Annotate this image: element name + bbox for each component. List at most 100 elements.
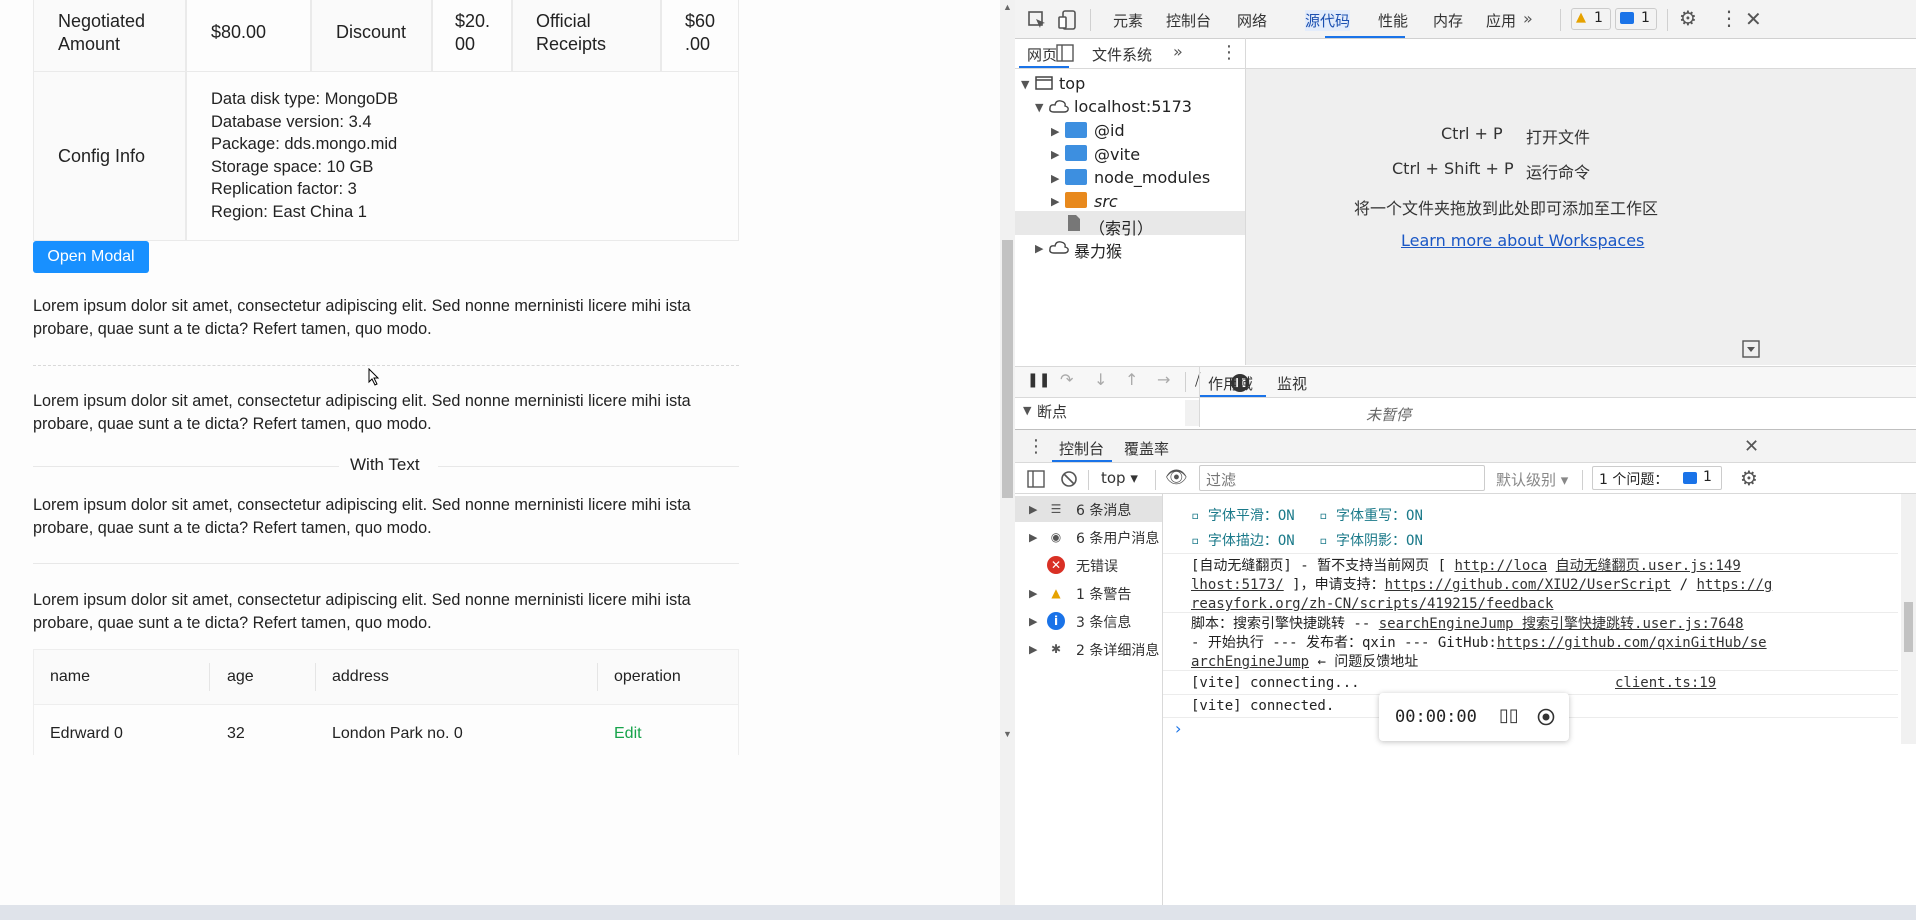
step-over-icon[interactable]: ↷ bbox=[1060, 370, 1073, 389]
config-line: Data disk type: MongoDB bbox=[211, 90, 399, 108]
log-source-link[interactable]: 自动无缝翻页.user.js:149 bbox=[1556, 558, 1741, 574]
not-paused-text: 未暂停 bbox=[1366, 406, 1412, 424]
scope-tab[interactable]: 作用域 bbox=[1208, 373, 1253, 394]
tree-item-id[interactable]: @id bbox=[1094, 121, 1125, 140]
more-tabs-chevron-icon[interactable]: » bbox=[1523, 9, 1533, 28]
nav-tab-filesystem[interactable]: 文件系统 bbox=[1092, 44, 1152, 65]
tree-item-vite[interactable]: @vite bbox=[1094, 145, 1140, 164]
device-toolbar-icon[interactable] bbox=[1057, 9, 1079, 31]
config-line: Replication factor: 3 bbox=[211, 180, 357, 198]
warnings-badge[interactable]: ▲ 1 bbox=[1571, 8, 1611, 30]
log-source-link[interactable]: client.ts:19 bbox=[1615, 675, 1716, 691]
list-icon: ☰ bbox=[1050, 502, 1062, 516]
breakpoints-header[interactable]: 断点 bbox=[1037, 401, 1067, 422]
console-sidebar-item[interactable]: 2 条详细消息 bbox=[1076, 640, 1159, 660]
expand-caret-icon[interactable]: ▶ bbox=[1029, 587, 1037, 600]
devtools-tab[interactable]: 网络 bbox=[1237, 10, 1267, 31]
step-icon[interactable]: → bbox=[1157, 370, 1170, 389]
divider-right bbox=[438, 466, 739, 467]
debugger-toolbar bbox=[1015, 367, 1916, 397]
devtools-tab[interactable]: 内存 bbox=[1433, 10, 1463, 31]
folder-icon bbox=[1065, 169, 1087, 185]
devtools-tab[interactable]: 应用 bbox=[1486, 10, 1516, 31]
log-level-selector[interactable]: 默认级别 ▾ bbox=[1496, 469, 1568, 490]
toggle-navigator-icon[interactable] bbox=[1056, 44, 1074, 62]
tree-item-top[interactable]: top bbox=[1059, 74, 1085, 93]
devtools-tab[interactable]: 源代码 bbox=[1305, 10, 1351, 31]
toggle-sidebar-icon[interactable] bbox=[1027, 470, 1045, 488]
console-sidebar-item[interactable]: 6 条用户消息 bbox=[1076, 528, 1159, 548]
console-sidebar-item[interactable]: 6 条消息 bbox=[1076, 500, 1131, 520]
console-log-vite-connecting: [vite] connecting... bbox=[1191, 675, 1360, 691]
navigator-menu-icon[interactable]: ⋮ bbox=[1220, 42, 1238, 63]
drawer-tab-coverage[interactable]: 覆盖率 bbox=[1124, 438, 1169, 459]
folder-icon bbox=[1065, 192, 1087, 208]
checkbox-icon: ▫ bbox=[1191, 533, 1200, 549]
console-prompt-icon[interactable]: › bbox=[1175, 719, 1181, 738]
tree-item-src[interactable]: src bbox=[1094, 192, 1118, 211]
nav-tab-page[interactable]: 网页 bbox=[1027, 44, 1057, 65]
console-settings-gear-icon[interactable]: ⚙ bbox=[1740, 466, 1758, 490]
watch-tab[interactable]: 监视 bbox=[1277, 373, 1307, 394]
step-into-icon[interactable]: ↓ bbox=[1094, 370, 1107, 389]
expand-caret-icon[interactable]: ▶ bbox=[1029, 531, 1037, 544]
clear-console-icon[interactable] bbox=[1060, 470, 1078, 488]
log-source-link[interactable]: searchEngineJump 搜索引擎快捷跳转.user.js:7648 bbox=[1379, 616, 1744, 632]
settings-gear-icon[interactable]: ⚙ bbox=[1679, 6, 1697, 30]
issues-button[interactable]: 1 个问题： 1 bbox=[1592, 466, 1722, 490]
recorder-pause-icon[interactable]: ▯▯ bbox=[1499, 705, 1519, 726]
inspect-element-icon[interactable] bbox=[1027, 10, 1047, 30]
console-sidebar-item[interactable]: 1 条警告 bbox=[1076, 584, 1131, 604]
context-selector[interactable]: top ▾ bbox=[1101, 469, 1138, 487]
toggle-debugger-icon[interactable] bbox=[1742, 340, 1760, 358]
os-taskbar bbox=[0, 905, 1916, 920]
console-log-searchjump: 脚本：搜索引擎快捷跳转 -- searchEngineJump 搜索引擎快捷跳转… bbox=[1191, 616, 1767, 670]
drawer-menu-icon[interactable]: ⋮ bbox=[1027, 436, 1045, 457]
step-out-icon[interactable]: ↑ bbox=[1125, 370, 1138, 389]
official-receipts-value: $60.00 bbox=[685, 11, 716, 54]
devtools-tab[interactable]: 控制台 bbox=[1166, 10, 1211, 31]
scroll-down-arrow-icon[interactable]: ▼ bbox=[1000, 727, 1015, 742]
devtools-panel: 元素 控制台 网络 源代码 性能 内存 应用 » ▲ 1 1 ⚙ ⋮ ✕ 网页 文件系统 »… bbox=[1015, 0, 1916, 920]
message-icon bbox=[1620, 12, 1634, 24]
drawer-tab-console[interactable]: 控制台 bbox=[1059, 438, 1104, 459]
devtools-tab[interactable]: 元素 bbox=[1113, 10, 1143, 31]
scroll-up-arrow-icon[interactable]: ▲ bbox=[1000, 0, 1015, 15]
negotiated-amount-value: $80.00 bbox=[211, 22, 267, 42]
edit-link[interactable]: Edit bbox=[614, 725, 642, 743]
learn-more-workspaces-link[interactable]: Learn more about Workspaces bbox=[1401, 231, 1644, 250]
cell-age: 32 bbox=[227, 725, 245, 742]
console-filter-input[interactable]: 过滤 bbox=[1199, 465, 1485, 491]
open-modal-button[interactable]: Open Modal bbox=[33, 241, 149, 273]
debugger-scrollbar[interactable] bbox=[1185, 400, 1199, 426]
messages-badge[interactable]: 1 bbox=[1615, 8, 1657, 30]
page-scrollbar-thumb[interactable] bbox=[1002, 240, 1013, 498]
console-scrollbar[interactable] bbox=[1901, 494, 1916, 744]
pause-icon[interactable]: ❚❚ bbox=[1027, 372, 1050, 388]
expand-caret-icon[interactable]: ▶ bbox=[1029, 643, 1037, 656]
devtools-tab[interactable]: 性能 bbox=[1378, 10, 1408, 31]
column-header-address: address bbox=[332, 668, 389, 685]
console-sidebar-item[interactable]: 无错误 bbox=[1076, 556, 1118, 576]
more-nav-tabs-icon[interactable]: » bbox=[1173, 42, 1183, 61]
page-scrollbar[interactable]: ▲ ▼ bbox=[1000, 0, 1015, 920]
tree-item-index[interactable]: （索引） bbox=[1089, 215, 1153, 239]
close-devtools-icon[interactable]: ✕ bbox=[1745, 7, 1762, 31]
recorder-stop-icon[interactable] bbox=[1537, 708, 1555, 726]
mouse-cursor-icon bbox=[368, 368, 380, 386]
expand-caret-icon[interactable]: ▶ bbox=[1029, 503, 1037, 516]
tree-item-node-modules[interactable]: node_modules bbox=[1094, 168, 1210, 187]
checkbox-icon: ▫ bbox=[1319, 508, 1328, 524]
expand-caret-icon[interactable]: ▼ bbox=[1021, 78, 1029, 91]
live-expression-eye-icon[interactable]: 👁 bbox=[1165, 467, 1188, 488]
official-receipts-label: Official Receipts bbox=[536, 11, 607, 54]
discount-label: Discount bbox=[336, 22, 407, 42]
expand-caret-icon[interactable]: ▶ bbox=[1029, 615, 1037, 628]
tree-item-violentmonkey[interactable]: 暴力猴 bbox=[1074, 238, 1122, 262]
plain-divider bbox=[33, 563, 739, 564]
close-drawer-icon[interactable]: ✕ bbox=[1744, 436, 1759, 457]
more-options-icon[interactable]: ⋮ bbox=[1719, 6, 1739, 30]
console-sidebar-item[interactable]: 3 条信息 bbox=[1076, 612, 1131, 632]
tree-item-localhost[interactable]: localhost:5173 bbox=[1074, 97, 1192, 116]
folder-icon bbox=[1065, 122, 1087, 138]
